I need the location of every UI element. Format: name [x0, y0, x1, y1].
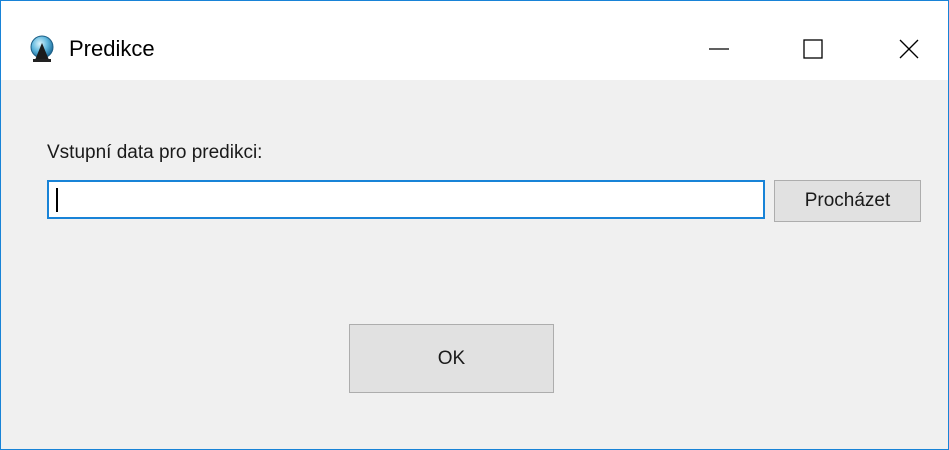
input-data-label: Vstupní data pro predikci:	[47, 142, 263, 163]
maximize-button[interactable]	[781, 21, 845, 77]
maximize-icon	[803, 39, 823, 59]
title-bar[interactable]: Predikce	[1, 1, 948, 80]
minimize-button[interactable]	[687, 21, 751, 77]
close-icon	[899, 39, 919, 59]
window-title: Predikce	[69, 36, 155, 61]
text-caret	[56, 188, 58, 212]
predikce-window: Predikce Vstupní data pro predikci: Proc…	[0, 0, 949, 450]
dialog-content: Vstupní data pro predikci: Procházet OK	[1, 80, 948, 449]
app-globe-icon	[29, 35, 55, 63]
minimize-icon	[709, 48, 729, 50]
ok-button[interactable]: OK	[349, 324, 554, 393]
close-button[interactable]	[877, 21, 941, 77]
browse-button[interactable]: Procházet	[774, 180, 921, 222]
input-data-field[interactable]	[47, 180, 765, 219]
